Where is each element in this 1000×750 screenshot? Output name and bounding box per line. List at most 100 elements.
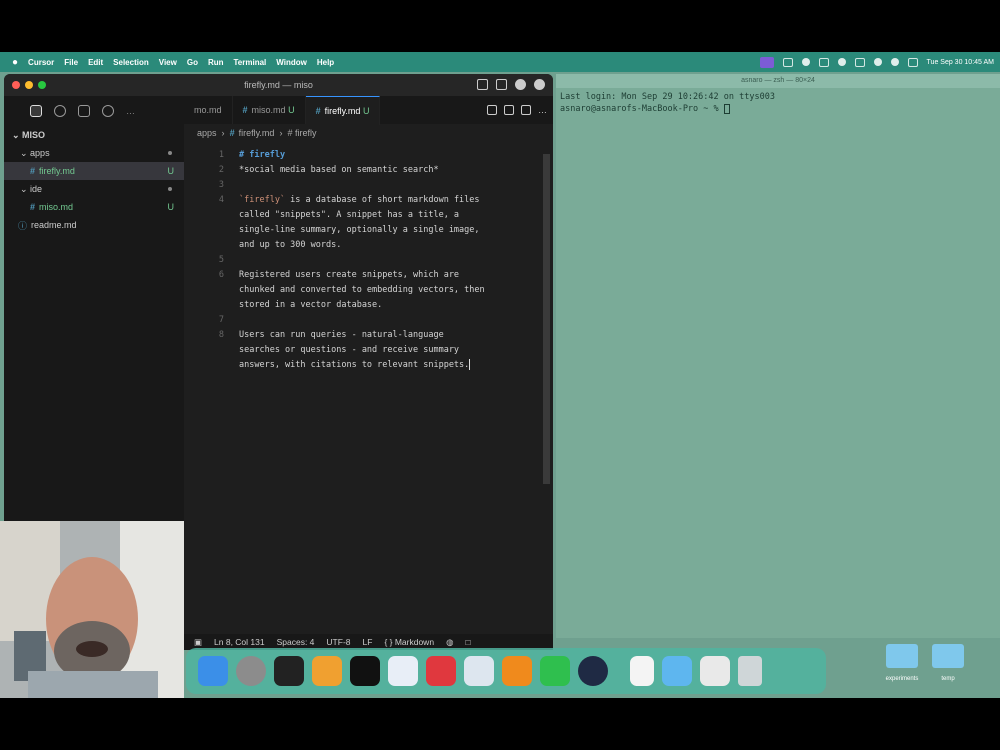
more-actions-icon[interactable]: … — [538, 105, 547, 115]
notifications-bell-icon[interactable]: ◍ — [446, 637, 453, 648]
code-editor[interactable]: # firefly *social media based on semantic… — [239, 148, 534, 373]
red-app-icon[interactable] — [426, 656, 456, 686]
menu-clock[interactable]: Tue Sep 30 10:45 AM — [927, 59, 994, 66]
line-number — [200, 238, 224, 253]
tree-file-firefly[interactable]: # firefly.md U — [4, 162, 184, 180]
copy-icon[interactable] — [504, 105, 514, 115]
menu-cursor[interactable]: Cursor — [28, 58, 54, 67]
account-icon[interactable] — [515, 79, 526, 90]
code-line[interactable]: chunked and converted to embedding vecto… — [239, 283, 534, 298]
apple-icon[interactable]: ● — [12, 57, 18, 68]
code-line[interactable]: single-line summary, optionally a single… — [239, 223, 534, 238]
line-number: 1 — [218, 150, 224, 160]
more-icon[interactable]: … — [126, 106, 135, 116]
status-encoding[interactable]: UTF-8 — [326, 637, 350, 647]
markdown-file-icon: # — [242, 105, 248, 115]
tree-file-miso[interactable]: # miso.md U — [4, 198, 184, 216]
trash-icon[interactable] — [738, 656, 762, 686]
code-line[interactable] — [239, 253, 534, 268]
desktop-folder-icon[interactable] — [886, 644, 918, 668]
pencil-app-icon[interactable] — [312, 656, 342, 686]
status-spaces[interactable]: Spaces: 4 — [277, 637, 315, 647]
breadcrumb-file[interactable]: firefly.md — [239, 128, 275, 138]
code-line[interactable]: stored in a vector database. — [239, 298, 534, 313]
editor-scrollbar[interactable] — [543, 154, 550, 484]
settings-gear-icon[interactable] — [534, 79, 545, 90]
terminal-title: asnaro — zsh — 80×24 — [556, 74, 1000, 88]
star-app-icon[interactable] — [388, 656, 418, 686]
menu-help[interactable]: Help — [317, 58, 334, 67]
code-line[interactable] — [239, 313, 534, 328]
control-center-icon[interactable] — [907, 57, 918, 67]
menu-view[interactable]: View — [159, 58, 177, 67]
tab-firefly[interactable]: # firefly.md U — [305, 96, 381, 125]
terminal-app-icon[interactable] — [274, 656, 304, 686]
tree-folder-ide[interactable]: ⌄ ide — [4, 180, 184, 198]
info-file-icon: ⓘ — [18, 220, 28, 231]
menu-terminal[interactable]: Terminal — [234, 58, 267, 67]
wifi-icon[interactable] — [873, 58, 882, 66]
code-line[interactable]: and up to 300 words. — [239, 238, 534, 253]
toggle-panel-icon[interactable] — [496, 79, 507, 90]
activity-app-icon[interactable] — [578, 656, 608, 686]
menu-selection[interactable]: Selection — [113, 58, 149, 67]
menu-edit[interactable]: Edit — [88, 58, 103, 67]
breadcrumb-folder[interactable]: apps — [197, 128, 217, 138]
menu-go[interactable]: Go — [187, 58, 198, 67]
code-line[interactable]: *social media based on semantic search* — [239, 163, 534, 178]
chevron-down-icon: ⌄ — [20, 147, 31, 158]
feedback-icon[interactable]: □ — [465, 637, 470, 647]
status-eol[interactable]: LF — [363, 637, 373, 647]
status-position[interactable]: Ln 8, Col 131 — [214, 637, 265, 647]
finder-icon[interactable] — [198, 656, 228, 686]
code-line[interactable]: # firefly — [239, 148, 534, 163]
line-number: 7 — [218, 315, 224, 325]
tab-miso[interactable]: # miso.md U — [233, 96, 306, 124]
cursor-app-icon[interactable] — [350, 656, 380, 686]
breadcrumb-symbol[interactable]: # firefly — [287, 128, 316, 138]
explorer-root[interactable]: ⌄ MISO — [4, 126, 184, 144]
tree-file-readme[interactable]: ⓘ readme.md — [4, 216, 184, 234]
menu-run[interactable]: Run — [208, 58, 224, 67]
mail-app-icon[interactable] — [700, 656, 730, 686]
code-line[interactable]: searches or questions - and receive summ… — [239, 343, 534, 358]
status-window-icon[interactable] — [782, 57, 793, 67]
status-box-icon[interactable] — [818, 57, 829, 67]
webcam-presenter-image — [0, 521, 184, 698]
toggle-sidebar-icon[interactable] — [477, 79, 488, 90]
document-icon[interactable] — [630, 656, 654, 686]
desktop-folder-icon[interactable] — [932, 644, 964, 668]
folder-icon[interactable] — [662, 656, 692, 686]
explorer-files-icon[interactable] — [30, 105, 42, 117]
code-line[interactable]: Users can run queries - natural-language — [239, 328, 534, 343]
status-language[interactable]: { } Markdown — [384, 637, 434, 647]
search-icon[interactable] — [54, 105, 66, 117]
code-line[interactable]: answers, with citations to relevant snip… — [239, 358, 534, 373]
code-line[interactable]: called "snippets". A snippet has a title… — [239, 208, 534, 223]
preview-app-icon[interactable] — [464, 656, 494, 686]
status-circle-icon[interactable] — [801, 58, 810, 66]
vlc-icon[interactable] — [502, 656, 532, 686]
code-line[interactable] — [239, 178, 534, 193]
battery-icon[interactable] — [854, 57, 865, 67]
settings-icon[interactable] — [236, 656, 266, 686]
remote-icon[interactable]: ▣ — [194, 637, 202, 648]
whatsapp-icon[interactable] — [540, 656, 570, 686]
menu-file[interactable]: File — [64, 58, 78, 67]
terminal-window[interactable]: asnaro — zsh — 80×24 Last login: Mon Sep… — [556, 74, 1000, 638]
tab-mo[interactable]: mo.md — [184, 96, 233, 124]
markdown-file-icon: # — [30, 166, 36, 176]
status-purple-icon[interactable] — [759, 56, 774, 68]
menu-window[interactable]: Window — [276, 58, 307, 67]
terminal-output[interactable]: Last login: Mon Sep 29 10:26:42 on ttys0… — [556, 88, 1000, 118]
search-icon[interactable] — [890, 58, 899, 66]
volume-icon[interactable] — [837, 58, 846, 66]
code-line[interactable]: `firefly` is a database of short markdow… — [239, 193, 534, 208]
source-control-icon[interactable] — [78, 105, 90, 117]
tree-folder-apps[interactable]: ⌄ apps — [4, 144, 184, 162]
open-preview-icon[interactable] — [487, 105, 497, 115]
untracked-badge: U — [167, 202, 175, 212]
split-editor-icon[interactable] — [521, 105, 531, 115]
code-line[interactable]: Registered users create snippets, which … — [239, 268, 534, 283]
extensions-icon[interactable] — [102, 105, 114, 117]
